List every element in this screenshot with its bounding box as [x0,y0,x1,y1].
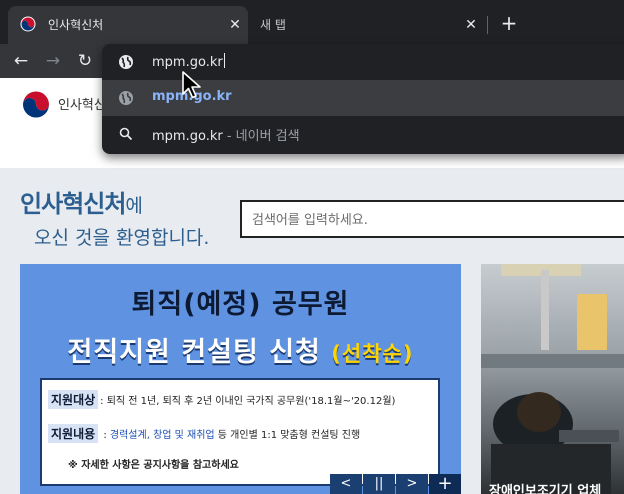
text-caret [223,53,225,68]
suggestion-query: mpm.go.kr [152,129,223,144]
tab-active[interactable]: 인사혁신처 ✕ [8,6,248,44]
mouse-cursor-icon [182,71,201,99]
slider-pause-button[interactable]: || [363,474,395,494]
slider-next-button[interactable]: > [396,474,428,494]
banner-title-2-text: 전직지원 컨설팅 신청 [67,337,321,368]
welcome-line-2: 오신 것을 환영합니다. [34,227,210,249]
welcome-suffix: 에 [125,195,143,217]
search-icon [119,127,133,141]
tab-inactive[interactable]: 새 탭 ✕ [250,6,486,44]
banner-content-highlight: 경력설계, 창업 및 재취업 [109,430,215,441]
banner-content-row: 지원내용 : 경력설계, 창업 및 재취업 등 개인별 1:1 맞춤형 컨설팅 … [48,424,360,443]
site-search-input[interactable] [252,210,622,230]
omnibox-suggestion[interactable]: mpm.go.kr - 네이버 검색 [102,116,624,152]
banner-target-row: 지원대상: 퇴직 전 1년, 퇴직 후 2년 이내인 국가직 공무원('18.1… [48,390,395,409]
logo-text[interactable]: 인사혁신 [58,94,106,113]
omnibox-typed-text[interactable]: mpm.go.kr [152,53,225,70]
banner-title-2: 전직지원 컨설팅 신청 (선착순) [20,330,461,369]
banner-title-1: 퇴직(예정) 공무원 [131,289,350,320]
tab-title: 인사혁신처 [48,18,104,32]
main-banner[interactable]: 퇴직(예정) 공무원 전직지원 컨설팅 신청 (선착순) 지원대상: 퇴직 전 … [20,264,461,494]
government-emblem-icon[interactable] [20,88,52,120]
photo-caption: 장애인보조기기 업체 [489,484,602,494]
banner-content-text: 등 개인별 1:1 맞춤형 컨설팅 진행 [214,430,361,441]
slider-more-button[interactable]: + [429,474,461,494]
welcome-brand: 인사혁신처 [20,190,126,218]
welcome-line-1: 인사혁신처에 [20,184,209,219]
omnibox-value: mpm.go.kr [152,55,223,70]
tab-close-icon[interactable]: ✕ [462,16,480,34]
tab-close-icon[interactable]: ✕ [226,16,244,34]
banner-info-box: 지원대상: 퇴직 전 1년, 퇴직 후 2년 이내인 국가직 공무원('18.1… [40,378,440,486]
plus-icon[interactable]: + [498,12,520,34]
globe-icon [119,91,133,105]
suggestion-text: mpm.go.kr - 네이버 검색 [152,125,300,144]
tab-title: 새 탭 [260,18,286,32]
back-arrow-icon[interactable]: ← [10,50,32,72]
tab-strip: 인사혁신처 ✕ 새 탭 ✕ + [0,0,624,44]
site-search-box [240,200,624,238]
banner-target-label: 지원대상 [48,390,99,409]
banner-content-label: 지원내용 [48,424,99,443]
slider-prev-button[interactable]: < [330,474,362,494]
welcome-message: 인사혁신처에 오신 것을 환영합니다. [20,184,209,250]
reload-icon[interactable]: ↻ [74,50,96,72]
banner-note: ※ 자세한 사항은 공지사항을 참고하세요 [68,460,239,471]
banner-content-sep: : [100,430,110,441]
banner-badge: (선착순) [331,342,414,366]
suggestion-engine: - 네이버 검색 [222,129,300,144]
banner-target-text: : 퇴직 전 1년, 퇴직 후 2년 이내인 국가직 공무원('18.1월~'2… [100,396,396,407]
factory-worker-illustration [481,264,624,494]
forward-arrow-icon[interactable]: → [42,50,64,72]
tab-separator [487,16,488,34]
site-favicon-icon [20,16,36,32]
globe-icon [119,55,133,69]
news-photo[interactable]: 장애인보조기기 업체 [481,264,624,494]
